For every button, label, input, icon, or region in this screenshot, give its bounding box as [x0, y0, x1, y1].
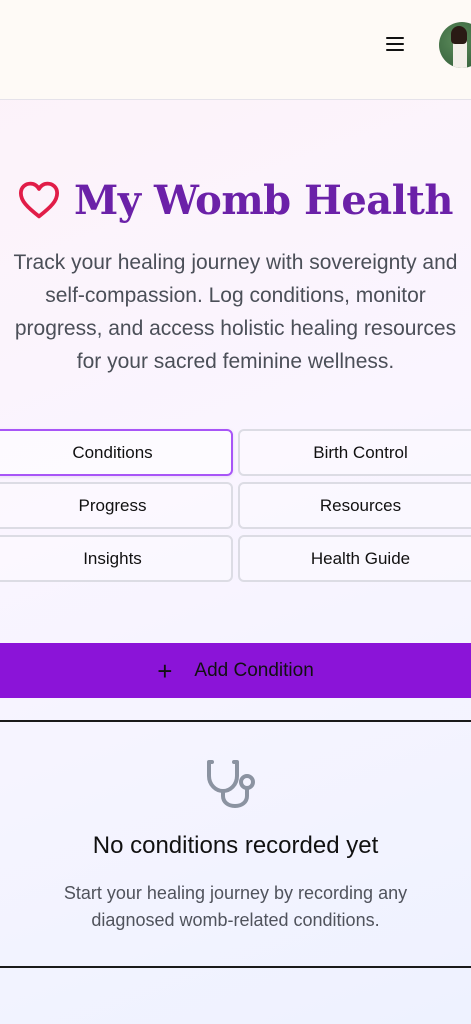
top-bar [0, 0, 471, 100]
add-condition-label: Add Condition [194, 659, 314, 681]
subtitle-line: Track your healing journey with sovereig… [13, 251, 458, 274]
empty-state-line: diagnosed womb-related conditions. [91, 910, 380, 930]
page-header: My Womb Health [0, 170, 471, 230]
add-condition-button[interactable]: + Add Condition [0, 643, 471, 698]
empty-state-description: Start your healing journey by recording … [0, 880, 471, 934]
empty-state-title: No conditions recorded yet [92, 832, 379, 859]
tab-birth-control[interactable]: Birth Control [238, 429, 471, 476]
tab-progress[interactable]: Progress [0, 482, 233, 529]
tab-insights[interactable]: Insights [0, 535, 233, 582]
heart-icon [18, 181, 60, 219]
page-subtitle: Track your healing journey with sovereig… [0, 246, 471, 378]
tab-resources[interactable]: Resources [238, 482, 471, 529]
tab-conditions[interactable]: Conditions [0, 429, 233, 476]
page-title: My Womb Health [74, 176, 453, 224]
hamburger-menu-icon[interactable] [384, 35, 406, 53]
user-avatar[interactable] [439, 22, 471, 68]
stethoscope-icon [207, 760, 255, 809]
subtitle-line: for your sacred feminine wellness. [76, 350, 395, 373]
empty-state-line: Start your healing journey by recording … [63, 883, 408, 903]
subtitle-line: progress, and access holistic healing re… [14, 317, 457, 340]
empty-state-card: No conditions recorded yet Start your he… [0, 720, 471, 968]
tab-health-guide[interactable]: Health Guide [238, 535, 471, 582]
plus-icon: + [157, 655, 173, 686]
subtitle-line: self-compassion. Log conditions, monitor [45, 284, 426, 307]
avatar-hair [451, 26, 467, 44]
